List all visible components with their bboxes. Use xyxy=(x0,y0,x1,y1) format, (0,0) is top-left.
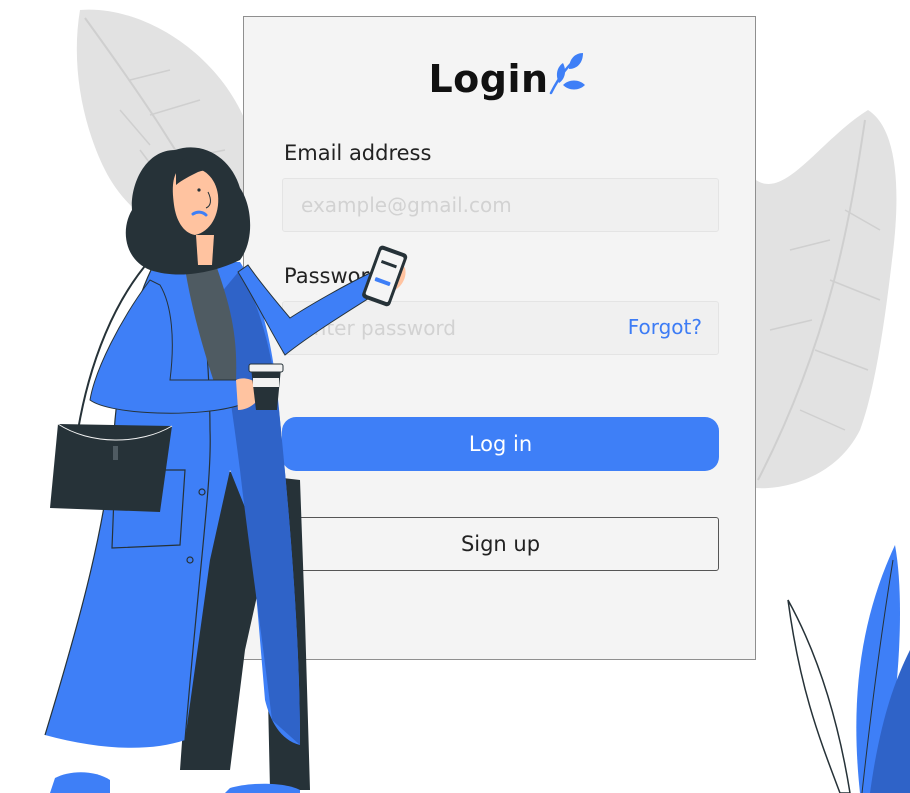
login-card: Login Email address Password Forgot? Log… xyxy=(243,16,756,660)
leaf-top-left-decoration xyxy=(76,9,258,251)
forgot-password-link[interactable]: Forgot? xyxy=(628,315,702,339)
title-row: Login xyxy=(244,53,755,113)
login-screen: Login Email address Password Forgot? Log… xyxy=(0,0,910,793)
leaf-logo-icon xyxy=(549,53,585,95)
plant-decoration xyxy=(787,545,910,793)
signup-button[interactable]: Sign up xyxy=(282,517,719,571)
password-input[interactable] xyxy=(301,302,601,354)
leaf-right-decoration xyxy=(756,110,897,489)
page-title: Login xyxy=(428,57,549,101)
password-field[interactable]: Forgot? xyxy=(282,301,719,355)
login-button[interactable]: Log in xyxy=(282,417,719,471)
email-field[interactable] xyxy=(282,178,719,232)
email-input[interactable] xyxy=(301,179,601,231)
email-label: Email address xyxy=(284,141,432,165)
password-label: Password xyxy=(284,264,383,288)
